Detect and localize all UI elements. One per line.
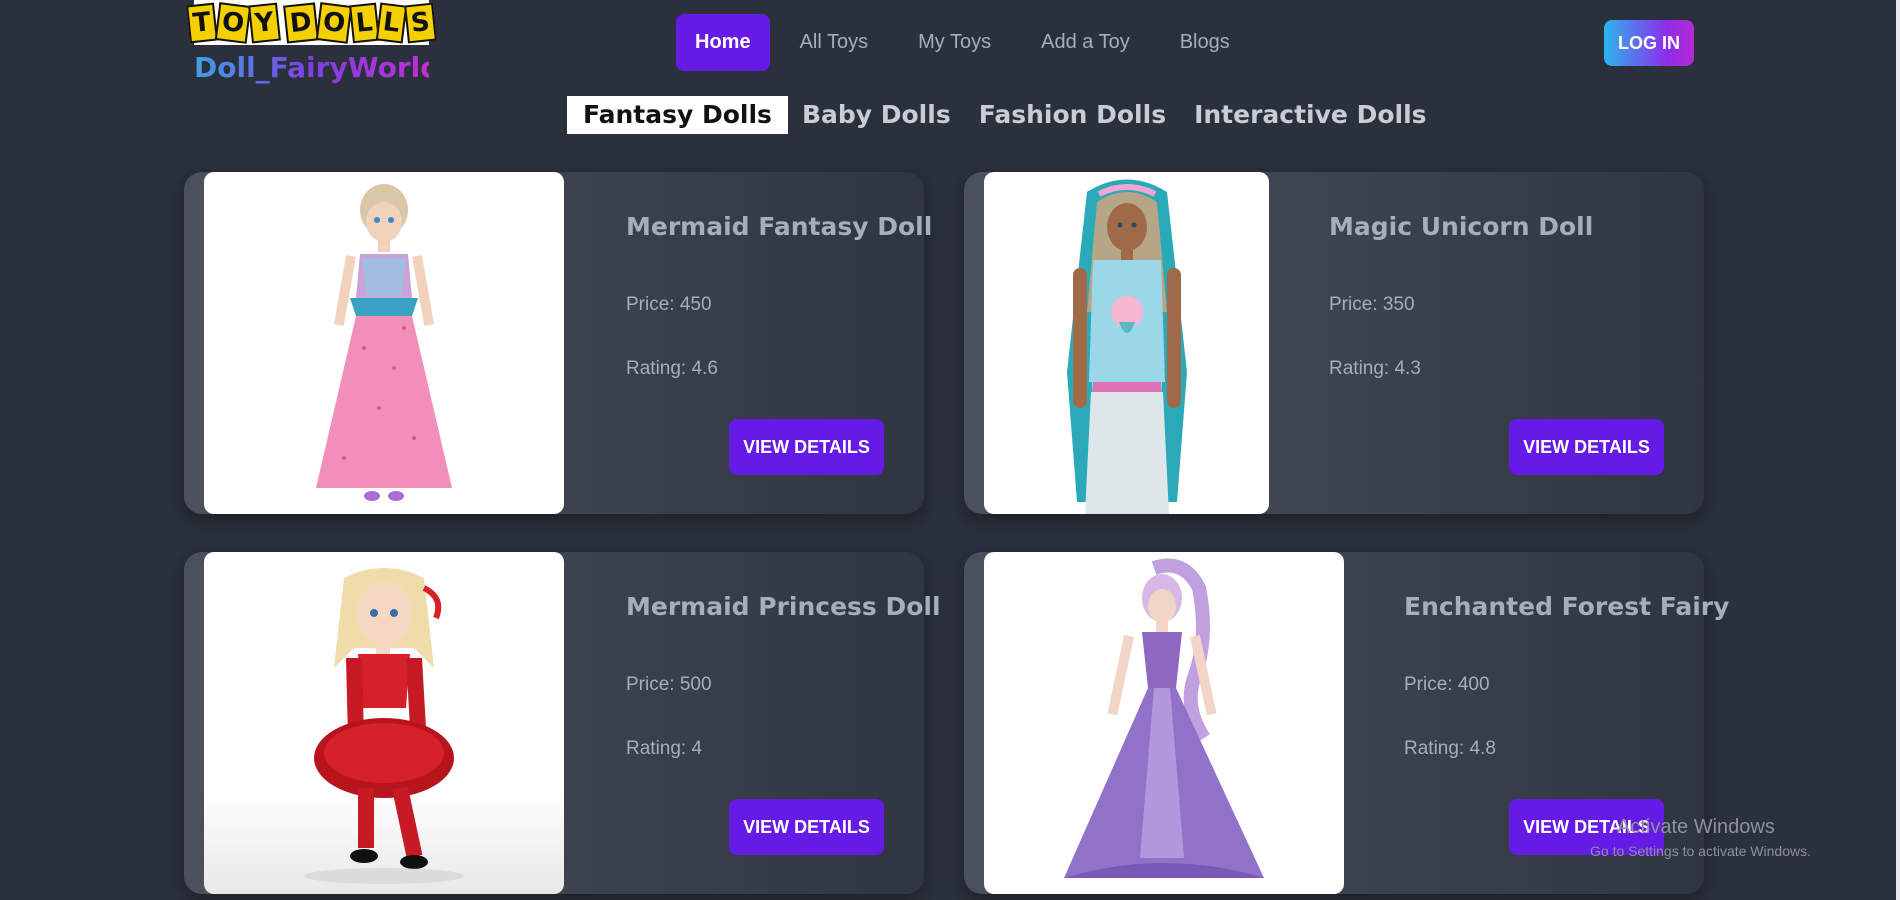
toy-card: Mermaid Fantasy Doll Price: 450 Rating: …	[184, 172, 932, 514]
logo-letter: L	[376, 2, 408, 43]
tab-fashion-dolls[interactable]: Fashion Dolls	[965, 96, 1180, 134]
logo-letter: L	[348, 2, 380, 43]
view-details-button[interactable]: VIEW DETAILS	[1509, 419, 1664, 475]
watermark-subtitle: Go to Settings to activate Windows.	[1590, 843, 1811, 859]
toy-image	[984, 172, 1269, 514]
doll-illustration	[1066, 179, 1187, 514]
nav-my-toys[interactable]: My Toys	[893, 14, 1016, 71]
logo-letter: Y	[248, 2, 281, 43]
logo-word-dolls: D O L L S	[283, 1, 437, 44]
nav-home[interactable]: Home	[676, 14, 770, 71]
toy-image	[204, 552, 564, 894]
view-details-button[interactable]: VIEW DETAILS	[729, 799, 884, 855]
toy-price: Price: 350	[1329, 294, 1415, 315]
toy-title: Magic Unicorn Doll	[1329, 212, 1594, 241]
toy-title: Mermaid Fantasy Doll	[626, 212, 933, 241]
toy-image	[204, 172, 564, 514]
logo-word-toy: T O Y	[186, 1, 281, 44]
logo-image: T O Y D O L L S	[186, 0, 437, 45]
doll-illustration	[1064, 558, 1264, 878]
main-nav: Home All Toys My Toys Add a Toy Blogs	[676, 14, 1255, 71]
toy-rating: Rating: 4.3	[1329, 358, 1421, 379]
toy-title: Enchanted Forest Fairy	[1404, 592, 1730, 621]
windows-activation-watermark: Activate Windows Go to Settings to activ…	[1590, 816, 1811, 859]
nav-add-a-toy[interactable]: Add a Toy	[1016, 14, 1155, 71]
logo-letter: D	[283, 1, 319, 44]
toy-card: Magic Unicorn Doll Price: 350 Rating: 4.…	[964, 172, 1704, 514]
toy-price: Price: 500	[626, 674, 712, 695]
toy-rating: Rating: 4.6	[626, 358, 718, 379]
logo-letter: O	[214, 1, 252, 44]
doll-illustration	[304, 568, 464, 884]
logo-letter: O	[315, 1, 352, 44]
tab-fantasy-dolls[interactable]: Fantasy Dolls	[567, 96, 788, 134]
doll-illustration	[316, 184, 452, 501]
toy-price: Price: 450	[626, 294, 712, 315]
tab-interactive-dolls[interactable]: Interactive Dolls	[1180, 96, 1440, 134]
logo-letter: T	[186, 2, 219, 43]
category-tabs: Fantasy Dolls Baby Dolls Fashion Dolls I…	[567, 96, 1441, 134]
tab-baby-dolls[interactable]: Baby Dolls	[788, 96, 965, 134]
toy-title: Mermaid Princess Doll	[626, 592, 941, 621]
login-button[interactable]: LOG IN	[1604, 20, 1694, 66]
toy-image	[984, 552, 1344, 894]
watermark-title: Activate Windows	[1617, 816, 1775, 838]
logo-letter: S	[403, 2, 437, 43]
view-details-button[interactable]: VIEW DETAILS	[729, 419, 884, 475]
nav-all-toys[interactable]: All Toys	[775, 14, 894, 71]
toy-card: Mermaid Princess Doll Price: 500 Rating:…	[184, 552, 941, 894]
page-scrollbar[interactable]	[1896, 0, 1900, 900]
site-logo[interactable]: T O Y D O L L S Doll_FairyWorld	[186, 0, 441, 84]
site-name: Doll_FairyWorld	[194, 51, 441, 84]
nav-blogs[interactable]: Blogs	[1155, 14, 1255, 71]
toy-price: Price: 400	[1404, 674, 1490, 695]
toy-rating: Rating: 4	[626, 738, 703, 759]
toy-rating: Rating: 4.8	[1404, 738, 1496, 759]
